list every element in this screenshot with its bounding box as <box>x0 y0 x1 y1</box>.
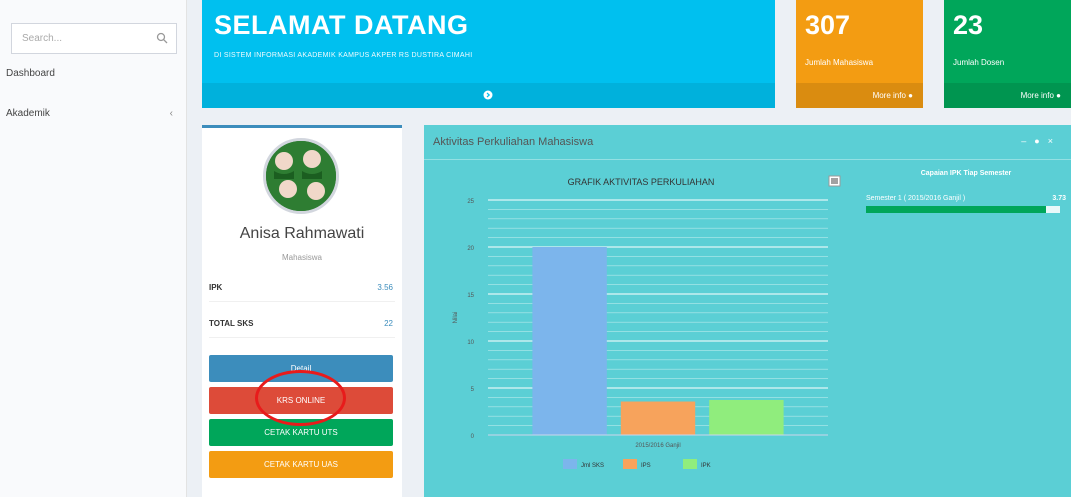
panel-tools[interactable]: –●× <box>1021 136 1061 146</box>
legend-label: IPS <box>641 463 651 469</box>
highlight-circle <box>255 370 346 426</box>
stat-box-mahasiswa: 307 Jumlah Mahasiswa More info ● <box>796 0 923 108</box>
ipk-progress-fill <box>866 206 1047 213</box>
stat-value: 23 <box>953 10 984 40</box>
ipk-row: IPK 3.56 <box>209 274 395 302</box>
y-axis-label: Nilai <box>453 312 459 324</box>
total-sks-row: TOTAL SKS 22 <box>209 310 395 338</box>
ipk-panel-title: Capaian IPK Tiap Semester <box>920 170 1012 177</box>
search-icon[interactable] <box>156 32 168 44</box>
more-info-link[interactable]: More info ● <box>944 83 1071 108</box>
legend-swatch <box>563 459 577 469</box>
stat-label: Jumlah Mahasiswa <box>805 58 874 67</box>
sidebar: Search... Dashboard Akademik ‹ <box>0 0 187 497</box>
y-tick-label: 0 <box>471 434 475 440</box>
banner-subtitle: DI SISTEM INFORMASI AKADEMIK KAMPUS AKPE… <box>214 52 473 59</box>
arrow-circle-icon: ● <box>1056 91 1061 100</box>
profile-name: Anisa Rahmawati <box>239 225 365 242</box>
sidebar-item-label: Akademik <box>6 108 50 119</box>
y-tick-label: 15 <box>467 293 474 299</box>
ipk-label: IPK <box>209 283 223 292</box>
profile-card: Anisa Rahmawati Mahasiswa IPK 3.56 TOTAL… <box>202 125 402 497</box>
total-sks-value: 22 <box>384 319 393 328</box>
bar-jml-sks <box>532 247 607 435</box>
ipk-progress-panel: Capaian IPK Tiap Semester Semester 1 ( 2… <box>866 167 1066 227</box>
panel-title: Aktivitas Perkuliahan Mahasiswa <box>433 136 594 148</box>
welcome-banner: SELAMAT DATANG DI SISTEM INFORMASI AKADE… <box>202 0 775 108</box>
legend-label: Jml SKS <box>581 463 604 469</box>
panel-header: Aktivitas Perkuliahan Mahasiswa –●× <box>424 125 1071 160</box>
chart-menu-icon[interactable] <box>828 175 841 187</box>
total-sks-label: TOTAL SKS <box>209 319 254 328</box>
more-info-label: More info <box>1020 91 1054 100</box>
ipk-semester-label: Semester 1 ( 2015/2016 Ganjil ) <box>866 195 966 202</box>
close-icon[interactable]: × <box>1048 136 1061 146</box>
avatar <box>263 138 339 214</box>
legend-swatch <box>623 459 637 469</box>
banner-title: SELAMAT DATANG <box>214 10 469 40</box>
arrow-circle-icon[interactable] <box>483 90 493 100</box>
search-input[interactable]: Search... <box>11 23 177 54</box>
legend-label: IPK <box>701 463 711 469</box>
ipk-value: 3.56 <box>377 283 393 292</box>
cetak-kartu-uas-button[interactable]: CETAK KARTU UAS <box>209 451 393 478</box>
chevron-left-icon: ‹ <box>169 108 173 119</box>
profile-role: Mahasiswa <box>281 253 322 262</box>
ipk-semester-value: 3.73 <box>1052 195 1066 202</box>
activity-panel: Aktivitas Perkuliahan Mahasiswa –●× GRAF… <box>424 125 1071 497</box>
collapse-icon[interactable]: – <box>1021 136 1034 146</box>
settings-icon[interactable]: ● <box>1034 136 1047 146</box>
bar-ips <box>620 401 696 435</box>
arrow-circle-icon: ● <box>908 91 913 100</box>
stat-label: Jumlah Dosen <box>953 58 1005 67</box>
legend-swatch <box>683 459 697 469</box>
search-placeholder: Search... <box>22 33 63 44</box>
more-info-link[interactable]: More info ● <box>796 83 923 108</box>
stat-value: 307 <box>805 10 851 40</box>
x-tick-label: 2015/2016 Ganjil <box>635 443 680 449</box>
more-info-label: More info <box>872 91 906 100</box>
chart-title: GRAFIK AKTIVITAS PERKULIAHAN <box>568 177 715 187</box>
bar-ipk <box>709 399 784 435</box>
sidebar-item-label: Dashboard <box>6 68 55 79</box>
stat-box-dosen: 23 Jumlah Dosen More info ● <box>944 0 1071 108</box>
ipk-progress-track <box>866 206 1060 213</box>
y-tick-label: 5 <box>471 387 475 393</box>
bar-chart: GRAFIK AKTIVITAS PERKULIAHAN 0 5 10 15 20 25 N… <box>453 175 841 469</box>
banner-footer[interactable] <box>202 83 775 108</box>
sidebar-item-dashboard[interactable]: Dashboard <box>0 63 187 85</box>
chart-area: GRAFIK AKTIVITAS PERKULIAHAN 0 5 10 15 20 25 N… <box>433 167 841 487</box>
y-tick-label: 20 <box>467 246 474 252</box>
y-tick-label: 25 <box>467 199 474 205</box>
y-tick-label: 10 <box>467 340 474 346</box>
sidebar-item-akademik[interactable]: Akademik ‹ <box>0 103 187 125</box>
